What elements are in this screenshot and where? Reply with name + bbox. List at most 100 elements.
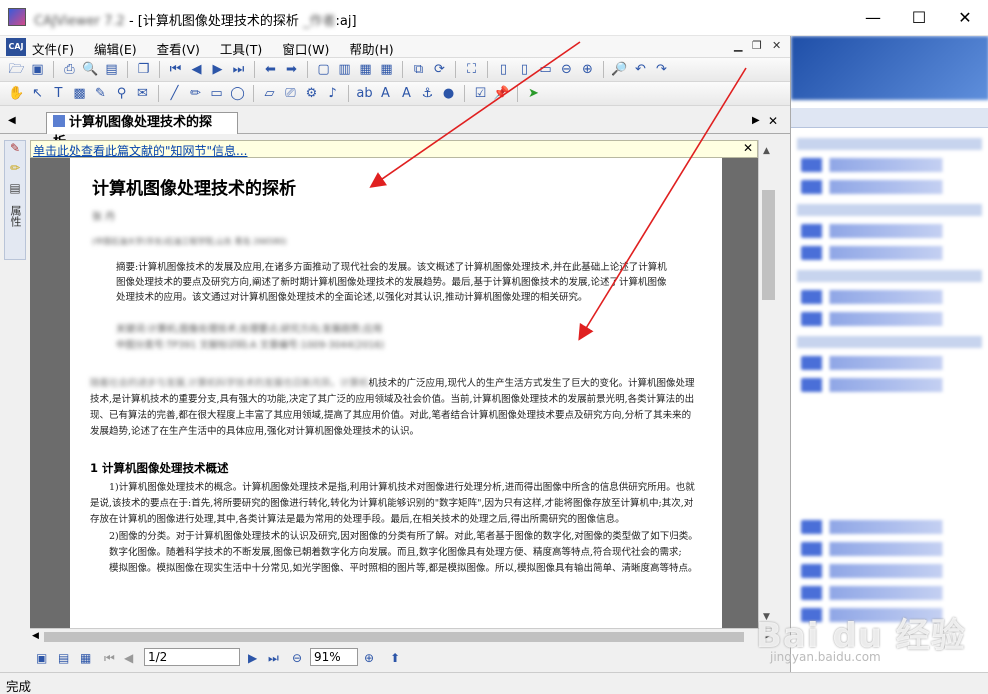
- vertical-scrollbar[interactable]: ▲ ▼: [758, 140, 778, 628]
- anchor-icon[interactable]: ⚓: [419, 85, 436, 102]
- save-icon[interactable]: ▣: [29, 61, 46, 78]
- tab-scroll-right[interactable]: ▶: [752, 115, 760, 126]
- minimize-button[interactable]: —: [850, 0, 896, 36]
- annotation-list-icon[interactable]: ✎: [5, 141, 25, 161]
- prev-page-icon[interactable]: ◀: [188, 61, 205, 78]
- last-page-icon[interactable]: ⏭: [268, 651, 279, 666]
- panel-link[interactable]: [801, 356, 978, 370]
- hyperlink-icon[interactable]: ⚲: [113, 85, 130, 102]
- pencil-tool-icon[interactable]: ✏: [187, 85, 204, 102]
- text-select-icon[interactable]: T: [50, 85, 67, 102]
- document-view[interactable]: 计算机图像处理技术的探析 张 丹 (中国石油大学(华东)石油工程学院,山东 青岛…: [30, 158, 758, 628]
- zoom-in-icon[interactable]: ⊕: [579, 61, 596, 78]
- scroll-left-icon[interactable]: ◀: [32, 631, 39, 641]
- menu-help[interactable]: 帮助(H): [349, 39, 393, 58]
- panel-link[interactable]: [801, 378, 978, 392]
- next-page-icon[interactable]: ▶: [209, 61, 226, 78]
- zoom-out-icon[interactable]: ⊖: [292, 651, 302, 665]
- mdi-close-button[interactable]: ✕: [772, 39, 781, 52]
- properties-label[interactable]: 属性: [7, 205, 23, 227]
- find-icon[interactable]: 🔎: [611, 61, 628, 78]
- rotate-icon[interactable]: ⟳: [431, 61, 448, 78]
- thumbnail-view-icon[interactable]: ▦: [80, 651, 91, 665]
- rectangle-tool-icon[interactable]: ▭: [208, 85, 225, 102]
- tab-close-button[interactable]: ✕: [768, 114, 778, 128]
- panel-link[interactable]: [801, 520, 978, 534]
- find-next-icon[interactable]: ↷: [653, 61, 670, 78]
- multi-page-icon[interactable]: ▦: [378, 61, 395, 78]
- go-icon[interactable]: ➤: [525, 85, 542, 102]
- first-page-icon[interactable]: ⏮: [167, 61, 184, 78]
- ellipse-tool-icon[interactable]: ◯: [229, 85, 246, 102]
- user-icon[interactable]: ●: [440, 85, 457, 102]
- stamp-icon[interactable]: ⎚: [282, 85, 299, 102]
- caj-logo-icon[interactable]: CAJ: [6, 38, 26, 56]
- panel-link[interactable]: [801, 180, 978, 194]
- panel-link[interactable]: [801, 246, 978, 260]
- single-view-icon[interactable]: ▣: [36, 651, 47, 665]
- next-page-icon[interactable]: ▶: [248, 651, 257, 665]
- cnki-node-link[interactable]: 单击此处查看此篇文献的"知网节"信息...: [33, 142, 247, 159]
- infobar-close-button[interactable]: ✕: [743, 141, 753, 155]
- ocr-icon[interactable]: ✎: [92, 85, 109, 102]
- settings-icon[interactable]: ⚙: [303, 85, 320, 102]
- mdi-restore-button[interactable]: ❐: [752, 39, 762, 52]
- annotate-mode-icon[interactable]: ☑: [472, 85, 489, 102]
- audio-icon[interactable]: ♪: [324, 85, 341, 102]
- panel-link[interactable]: [801, 542, 978, 556]
- cnki-banner[interactable]: [791, 36, 988, 100]
- image-select-icon[interactable]: ▩: [71, 85, 88, 102]
- hand-tool-icon[interactable]: ✋: [8, 85, 25, 102]
- print-preview-icon[interactable]: 🔍: [82, 61, 99, 78]
- copy-icon[interactable]: ❐: [135, 61, 152, 78]
- layout-icon[interactable]: ⧉: [410, 61, 427, 78]
- fullscreen-icon[interactable]: ⛶: [463, 61, 480, 78]
- fit-page-icon[interactable]: ▯: [516, 61, 533, 78]
- menu-tools[interactable]: 工具(T): [220, 39, 262, 58]
- horizontal-scrollbar[interactable]: ◀ ▶: [30, 628, 778, 644]
- menu-view[interactable]: 查看(V): [157, 39, 200, 58]
- scroll-up-icon[interactable]: ▲: [763, 146, 770, 156]
- app-icon[interactable]: [8, 8, 26, 26]
- go-up-icon[interactable]: ⬆: [390, 651, 400, 665]
- print-icon[interactable]: ⎙: [61, 61, 78, 78]
- panel-link[interactable]: [801, 224, 978, 238]
- back-icon[interactable]: ⬅: [262, 61, 279, 78]
- page-number-input[interactable]: 1/2: [144, 648, 240, 666]
- panel-link[interactable]: [801, 290, 978, 304]
- panel-link[interactable]: [801, 158, 978, 172]
- mdi-minimize-button[interactable]: ▁: [734, 39, 742, 52]
- double-view-icon[interactable]: ▤: [58, 651, 69, 665]
- maximize-button[interactable]: ☐: [896, 0, 942, 36]
- fit-width-icon[interactable]: ▭: [537, 61, 554, 78]
- panel-link[interactable]: [801, 564, 978, 578]
- menu-window[interactable]: 窗口(W): [282, 39, 329, 58]
- menu-edit[interactable]: 编辑(E): [94, 39, 137, 58]
- note-icon[interactable]: ✉: [134, 85, 151, 102]
- forward-icon[interactable]: ➡: [283, 61, 300, 78]
- open-folder-icon[interactable]: 🗁: [8, 61, 25, 78]
- pin-icon[interactable]: 📌: [493, 85, 510, 102]
- single-page-icon[interactable]: ▢: [315, 61, 332, 78]
- vertical-scroll-thumb[interactable]: [762, 190, 775, 300]
- panel-link[interactable]: [801, 586, 978, 600]
- continuous-page-icon[interactable]: ▥: [336, 61, 353, 78]
- eraser-icon[interactable]: ▱: [261, 85, 278, 102]
- underline-icon[interactable]: A: [398, 85, 415, 102]
- first-page-icon[interactable]: ⏮: [104, 651, 115, 666]
- menu-file[interactable]: 文件(F): [32, 39, 74, 58]
- facing-pages-icon[interactable]: ▦: [357, 61, 374, 78]
- close-button[interactable]: ✕: [942, 0, 988, 36]
- actual-size-icon[interactable]: ▯: [495, 61, 512, 78]
- last-page-icon[interactable]: ⏭: [230, 61, 247, 78]
- scan-icon[interactable]: ▤: [103, 61, 120, 78]
- tab-scroll-left[interactable]: ◀: [8, 115, 16, 126]
- panel-link[interactable]: [801, 312, 978, 326]
- tab-document[interactable]: 计算机图像处理技术的探析...: [46, 112, 238, 150]
- line-tool-icon[interactable]: ╱: [166, 85, 183, 102]
- zoom-in-icon[interactable]: ⊕: [364, 651, 374, 665]
- highlight-icon[interactable]: ab: [356, 85, 373, 102]
- horizontal-scroll-thumb[interactable]: [44, 632, 744, 642]
- zoom-level-input[interactable]: 91%: [310, 648, 358, 666]
- prev-page-icon[interactable]: ◀: [124, 651, 133, 665]
